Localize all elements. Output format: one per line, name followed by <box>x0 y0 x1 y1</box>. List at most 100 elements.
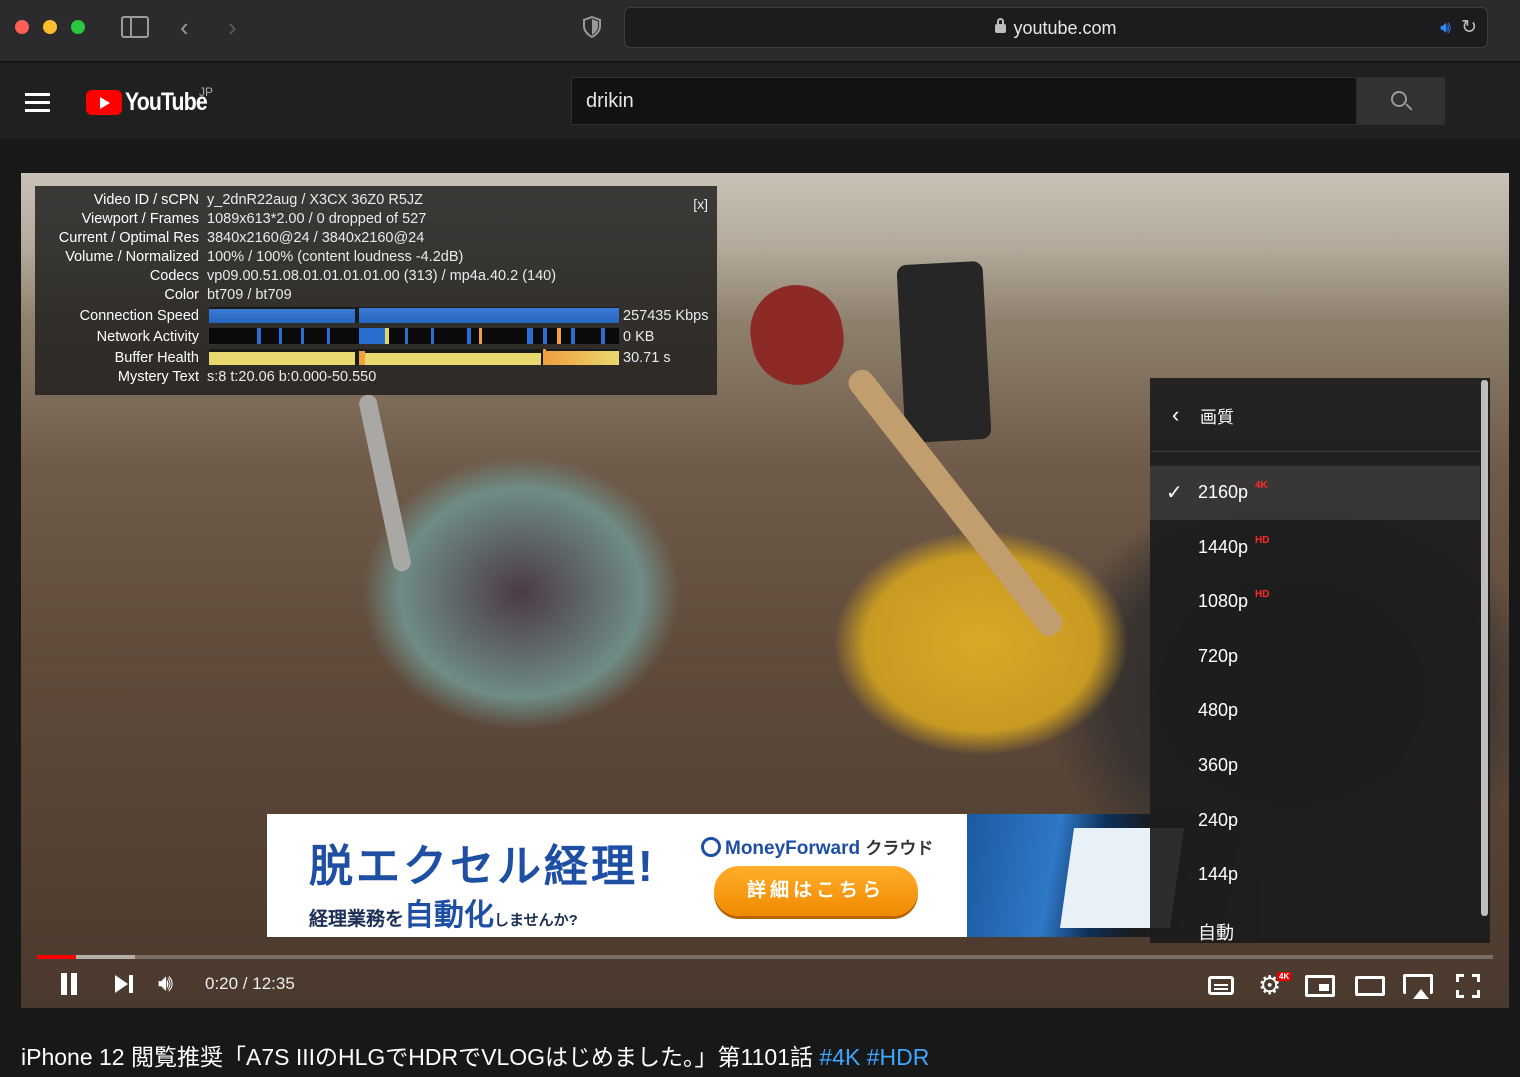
ad-brand: MoneyForward クラウド <box>701 834 933 860</box>
next-video-icon[interactable] <box>115 975 135 993</box>
quality-menu-header[interactable]: ‹ 画質 <box>1150 378 1480 452</box>
stat-value: vp09.00.51.08.01.01.01.01.00 (313) / mp4… <box>207 268 557 284</box>
privacy-shield-icon[interactable] <box>582 16 602 38</box>
quality-option-label: 1080p <box>1198 591 1249 612</box>
url-text: youtube.com <box>1013 18 1117 38</box>
stat-label: Color <box>164 287 199 303</box>
minimize-window-button[interactable] <box>43 20 57 34</box>
video-title-text: iPhone 12 閲覧推奨「A7S IIIのHLGでHDRでVLOGはじめまし… <box>21 1044 814 1070</box>
progress-played <box>37 955 77 959</box>
quality-badge: 4K <box>1255 480 1268 491</box>
time-display: 0:20 / 12:35 <box>205 974 295 993</box>
stat-value: bt709 / bt709 <box>207 287 292 303</box>
quality-option-自動[interactable]: 自動 <box>1150 903 1480 957</box>
pause-icon[interactable] <box>59 973 79 995</box>
quality-option-label: 720p <box>1198 645 1239 666</box>
fullscreen-icon[interactable] <box>1456 974 1480 998</box>
volume-icon[interactable]: 🔊︎ <box>158 972 173 1002</box>
ad-text-area: 脱エクセル経理! 経理業務を自動化しませんか? MoneyForward クラウ… <box>267 814 967 937</box>
ad-cta-button[interactable]: 詳細はこちら <box>714 866 918 916</box>
progress-bar[interactable] <box>37 955 1493 959</box>
search-button[interactable] <box>1357 77 1445 125</box>
stat-value: 0 KB <box>623 329 655 345</box>
quality-option-240p[interactable]: 240p <box>1150 794 1480 848</box>
menu-scrollbar[interactable] <box>1481 380 1488 916</box>
stat-value: 3840x2160@24 / 3840x2160@24 <box>207 230 425 246</box>
quality-option-label: 480p <box>1198 700 1239 721</box>
connection-speed-graph <box>209 307 619 323</box>
quality-menu-title: 画質 <box>1200 408 1234 427</box>
ad-subline: 経理業務を自動化しませんか? <box>309 899 578 932</box>
tab-audio-speaker-icon[interactable]: 🔊︎ <box>1440 18 1451 38</box>
stat-label: Connection Speed <box>79 308 199 324</box>
quality-settings-menu: ‹ 画質 ✓ 2160p 4K 1440p HD 1080p HD 720p 480p 360p 2… <box>1150 378 1490 943</box>
stat-graph-row: Connection Speed 257435 Kbps <box>35 307 717 326</box>
forward-arrow-icon[interactable]: › <box>228 14 237 40</box>
video-scene-remote <box>896 260 992 444</box>
theater-mode-icon[interactable] <box>1355 976 1385 996</box>
stats-close-button[interactable]: [x] <box>693 195 708 214</box>
url-display: youtube.com <box>625 18 1487 39</box>
miniplayer-icon[interactable] <box>1305 975 1335 997</box>
stat-value: 257435 Kbps <box>623 308 709 324</box>
chevron-left-icon[interactable]: ‹ <box>1172 402 1179 428</box>
quality-option-720p[interactable]: 720p <box>1150 630 1480 684</box>
stat-value: s:8 t:20.06 b:0.000-50.550 <box>207 369 377 385</box>
search-query-text: drikin <box>586 90 634 112</box>
quality-option-2160p[interactable]: ✓ 2160p 4K <box>1150 466 1480 520</box>
stat-label: Video ID / sCPN <box>93 192 199 208</box>
reload-icon[interactable]: ↻ <box>1461 16 1477 39</box>
lock-icon <box>995 18 1007 33</box>
video-scene-spoon-left <box>357 393 413 573</box>
search-input[interactable]: drikin <box>571 77 1357 125</box>
quality-option-360p[interactable]: 360p <box>1150 739 1480 793</box>
close-window-button[interactable] <box>15 20 29 34</box>
stat-label: Mystery Text <box>117 369 199 385</box>
stat-label: Volume / Normalized <box>65 249 199 265</box>
quality-option-1080p[interactable]: 1080p HD <box>1150 575 1480 629</box>
stat-label: Viewport / Frames <box>81 211 199 227</box>
stats-for-nerds-panel: [x] Video ID / sCPN y_2dnR22aug / X3CX 3… <box>35 186 717 395</box>
ad-headline: 脱エクセル経理! <box>309 842 656 891</box>
region-code: JP <box>199 85 214 99</box>
quality-option-label: 1440p <box>1198 536 1249 557</box>
buffer-health-graph <box>209 349 619 365</box>
quality-option-label: 360p <box>1198 755 1239 775</box>
youtube-header: YouTube JP drikin <box>0 63 1520 139</box>
network-activity-graph <box>209 328 619 344</box>
ad-banner[interactable]: 脱エクセル経理! 経理業務を自動化しませんか? MoneyForward クラウ… <box>267 814 1260 937</box>
search-icon <box>1391 91 1407 107</box>
subtitles-icon[interactable] <box>1208 976 1234 995</box>
airplay-icon[interactable] <box>1403 974 1433 999</box>
quality-option-label: 2160p <box>1198 482 1249 502</box>
stat-graph-row: Network Activity 0 KB <box>35 328 717 347</box>
quality-option-label: 自動 <box>1198 922 1234 943</box>
stat-graph-row: Buffer Health 30.71 s <box>35 349 717 368</box>
stat-label: Current / Optimal Res <box>58 230 199 246</box>
browser-titlebar: ‹ › youtube.com 🔊︎ ↻ <box>0 0 1520 62</box>
moneyforward-logo-icon <box>701 837 721 857</box>
address-bar[interactable]: youtube.com 🔊︎ ↻ <box>624 7 1488 48</box>
stat-value: 1089x613*2.00 / 0 dropped of 527 <box>207 211 427 227</box>
quality-badge: HD <box>1255 534 1270 546</box>
stat-label: Codecs <box>149 268 199 284</box>
sidebar-toggle-icon[interactable] <box>121 16 149 38</box>
stat-value: y_2dnR22aug / X3CX 36Z0 R5JZ <box>207 192 424 208</box>
quality-option-label: 240p <box>1198 809 1239 830</box>
quality-badge: HD <box>1255 589 1270 601</box>
stat-label: Network Activity <box>96 329 199 345</box>
checkmark-icon: ✓ <box>1166 482 1183 504</box>
quality-option-label: 144p <box>1198 864 1239 885</box>
quality-option-1440p[interactable]: 1440p HD <box>1150 521 1480 575</box>
settings-quality-badge: 4K <box>1277 972 1292 981</box>
back-arrow-icon[interactable]: ‹ <box>180 14 189 40</box>
menu-hamburger-icon[interactable] <box>25 93 50 112</box>
quality-option-480p[interactable]: 480p <box>1150 684 1480 738</box>
zoom-window-button[interactable] <box>71 20 85 34</box>
video-scene-mouse <box>743 277 851 393</box>
video-player[interactable]: [x] Video ID / sCPN y_2dnR22aug / X3CX 3… <box>21 173 1509 1008</box>
video-hashtags[interactable]: #4K #HDR <box>819 1044 929 1070</box>
stat-label: Buffer Health <box>114 350 199 366</box>
quality-option-144p[interactable]: 144p <box>1150 848 1480 902</box>
youtube-wordmark: YouTube <box>125 87 208 116</box>
